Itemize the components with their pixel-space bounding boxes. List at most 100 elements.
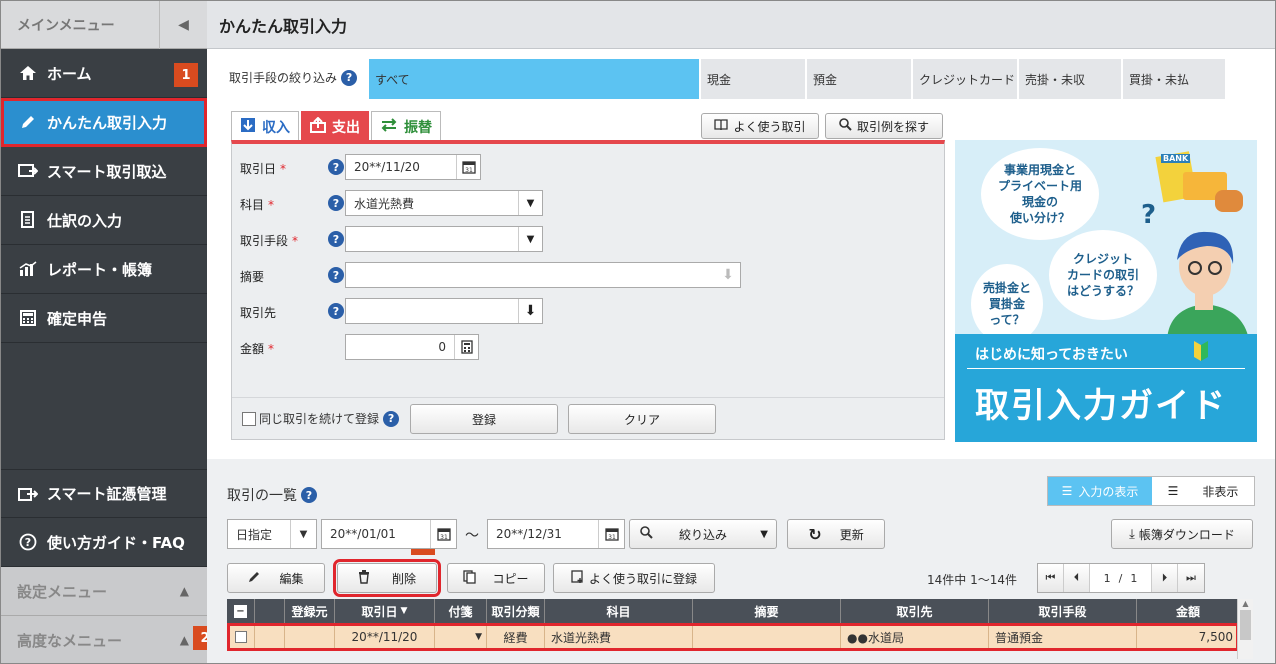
memo-input[interactable]: ⬇ bbox=[345, 262, 741, 288]
column-header-date[interactable]: 取引日 ▼ bbox=[335, 599, 435, 623]
download-arrow-icon[interactable]: ⬇ bbox=[716, 263, 740, 287]
hide-input-button[interactable]: ☰ 非表示 bbox=[1152, 477, 1254, 505]
help-icon[interactable]: ? bbox=[301, 487, 317, 503]
help-icon[interactable]: ? bbox=[328, 159, 344, 175]
receipt-icon bbox=[17, 484, 39, 504]
row-checkbox[interactable] bbox=[234, 631, 247, 643]
next-page-button[interactable]: ⏵ bbox=[1152, 564, 1178, 592]
date-from-input[interactable]: 20**/01/01 31 bbox=[321, 519, 457, 549]
partner-input[interactable]: ⬇ bbox=[345, 298, 543, 324]
row-cell-tag[interactable]: ▼ bbox=[435, 623, 487, 651]
tab-expense[interactable]: 支出 bbox=[301, 111, 369, 141]
filter-tab-all[interactable]: すべて bbox=[369, 59, 699, 99]
sidebar-item-label: かんたん取引入力 bbox=[47, 113, 168, 132]
favorite-transactions-button[interactable]: よく使う取引 bbox=[701, 113, 819, 139]
delete-button[interactable]: 削除 bbox=[333, 559, 441, 597]
last-page-button[interactable]: ⏭ bbox=[1178, 564, 1204, 592]
help-icon[interactable]: ? bbox=[341, 69, 358, 86]
account-select[interactable]: 水道光熱費 ▼ bbox=[345, 190, 543, 216]
guide-banner[interactable]: 事業用現金と プライベート用 現金の 使い分け？ クレジット カードの取引 はど… bbox=[955, 140, 1257, 442]
select-all-checkbox[interactable]: − bbox=[234, 604, 247, 618]
date-mode-select[interactable]: 日指定 ▼ bbox=[227, 519, 317, 549]
filter-tab-payable[interactable]: 買掛・未払 bbox=[1123, 59, 1225, 99]
column-header-partner[interactable]: 取引先 bbox=[841, 599, 989, 623]
sidebar-item-journal[interactable]: 仕訳の入力 bbox=[1, 196, 207, 245]
expense-icon bbox=[310, 116, 326, 137]
first-page-button[interactable]: ⏮ bbox=[1038, 564, 1064, 592]
sidebar-item-tax-return[interactable]: 確定申告 bbox=[1, 294, 207, 343]
column-header-blank bbox=[255, 599, 285, 623]
date-label: 取引日 * bbox=[240, 162, 287, 176]
prev-page-button[interactable]: ⏴ bbox=[1064, 564, 1090, 592]
settings-menu-label: 設定メニュー bbox=[17, 582, 108, 601]
calendar-icon[interactable]: 31 bbox=[430, 520, 456, 548]
advanced-menu-label: 高度なメニュー bbox=[17, 631, 123, 650]
collapse-sidebar-button[interactable]: ◀ bbox=[159, 1, 207, 49]
table-row[interactable]: 20**/11/20 ▼ 経費 水道光熱費 ●●水道局 普通預金 7,500 bbox=[227, 623, 1239, 651]
calendar-icon[interactable]: 31 bbox=[456, 155, 480, 179]
banner-bubble-cash: 事業用現金と プライベート用 現金の 使い分け？ bbox=[981, 148, 1099, 240]
chevron-left-icon: ◀ bbox=[178, 16, 189, 33]
edit-button[interactable]: 編集 bbox=[227, 563, 325, 593]
column-header-method[interactable]: 取引手段 bbox=[989, 599, 1137, 623]
help-icon[interactable]: ? bbox=[328, 303, 344, 319]
download-ledger-button[interactable]: ⤓ 帳簿ダウンロード bbox=[1111, 519, 1253, 549]
show-input-button[interactable]: ☰ 入力の表示 bbox=[1048, 477, 1152, 505]
calendar-icon[interactable]: 31 bbox=[598, 520, 624, 548]
sidebar-item-smart-import[interactable]: スマート取引取込 bbox=[1, 147, 207, 196]
column-header-source[interactable]: 登録元 bbox=[285, 599, 335, 623]
search-examples-button[interactable]: 取引例を探す bbox=[825, 113, 943, 139]
sidebar-item-guide-faq[interactable]: ? 使い方ガイド・FAQ bbox=[1, 518, 207, 567]
repeat-entry-option[interactable]: 同じ取引を続けて登録 ? bbox=[242, 410, 400, 427]
column-header-memo[interactable]: 摘要 bbox=[693, 599, 841, 623]
help-icon[interactable]: ? bbox=[328, 231, 344, 247]
sidebar-item-label: レポート・帳簿 bbox=[47, 260, 153, 279]
select-all-checkbox-cell[interactable]: − bbox=[227, 599, 255, 623]
row-checkbox-cell[interactable] bbox=[227, 623, 255, 651]
column-header-category[interactable]: 取引分類 bbox=[487, 599, 545, 623]
copy-button-label: コピー bbox=[492, 571, 529, 586]
sidebar-item-smart-receipts[interactable]: スマート証憑管理 bbox=[1, 469, 207, 518]
refresh-button[interactable]: ↻ 更新 bbox=[787, 519, 885, 549]
sidebar-advanced-menu[interactable]: 高度なメニュー ▲ bbox=[1, 616, 207, 663]
register-favorite-button[interactable]: よく使う取引に登録 bbox=[553, 563, 715, 593]
scroll-thumb[interactable] bbox=[1240, 610, 1251, 640]
column-header-amount[interactable]: 金額 bbox=[1137, 599, 1239, 623]
download-arrow-icon[interactable]: ⬇ bbox=[518, 299, 542, 323]
calculator-icon[interactable] bbox=[454, 335, 478, 359]
caret-up-icon: ▲ bbox=[179, 584, 189, 598]
date-input[interactable]: 20**/11/20 31 bbox=[345, 154, 481, 180]
page-indicator[interactable]: 1 / 1 bbox=[1090, 564, 1152, 592]
register-button[interactable]: 登録 bbox=[410, 404, 558, 434]
bank-card-illustration: BANK bbox=[1155, 146, 1247, 219]
clear-button[interactable]: クリア bbox=[568, 404, 716, 434]
column-header-tag[interactable]: 付箋 bbox=[435, 599, 487, 623]
filter-tab-credit-card[interactable]: クレジットカード bbox=[913, 59, 1017, 99]
row-cell-blank bbox=[255, 623, 285, 651]
hide-input-label: 非表示 bbox=[1202, 484, 1239, 499]
tab-transfer[interactable]: 振替 bbox=[371, 111, 441, 141]
filter-tab-bank[interactable]: 預金 bbox=[807, 59, 911, 99]
download-ledger-label: 帳簿ダウンロード bbox=[1138, 527, 1235, 542]
amount-input[interactable]: 0 bbox=[345, 334, 479, 360]
sidebar-settings-menu[interactable]: 設定メニュー ▲ bbox=[1, 567, 207, 616]
date-to-input[interactable]: 20**/12/31 31 bbox=[487, 519, 625, 549]
method-select[interactable]: ▼ bbox=[345, 226, 543, 252]
sidebar-item-reports[interactable]: レポート・帳簿 bbox=[1, 245, 207, 294]
column-header-account[interactable]: 科目 bbox=[545, 599, 693, 623]
filter-tab-receivable[interactable]: 売掛・未収 bbox=[1019, 59, 1121, 99]
help-icon[interactable]: ? bbox=[328, 267, 344, 283]
pagination: ⏮ ⏴ 1 / 1 ⏵ ⏭ bbox=[1037, 563, 1205, 593]
copy-button[interactable]: コピー bbox=[447, 563, 545, 593]
refresh-button-label: 更新 bbox=[839, 527, 864, 542]
filter-button[interactable]: 絞り込み ▼ bbox=[629, 519, 777, 549]
scroll-up-icon[interactable]: ▲ bbox=[1238, 599, 1253, 608]
tab-income[interactable]: 収入 bbox=[231, 111, 299, 141]
sidebar-item-easy-entry[interactable]: かんたん取引入力 bbox=[1, 98, 207, 147]
table-scrollbar[interactable]: ▲ bbox=[1237, 599, 1253, 659]
help-icon[interactable]: ? bbox=[328, 195, 344, 211]
filter-tab-cash[interactable]: 現金 bbox=[701, 59, 805, 99]
repeat-entry-checkbox[interactable] bbox=[242, 411, 256, 426]
help-icon[interactable]: ? bbox=[383, 410, 400, 427]
svg-text:31: 31 bbox=[465, 167, 473, 174]
